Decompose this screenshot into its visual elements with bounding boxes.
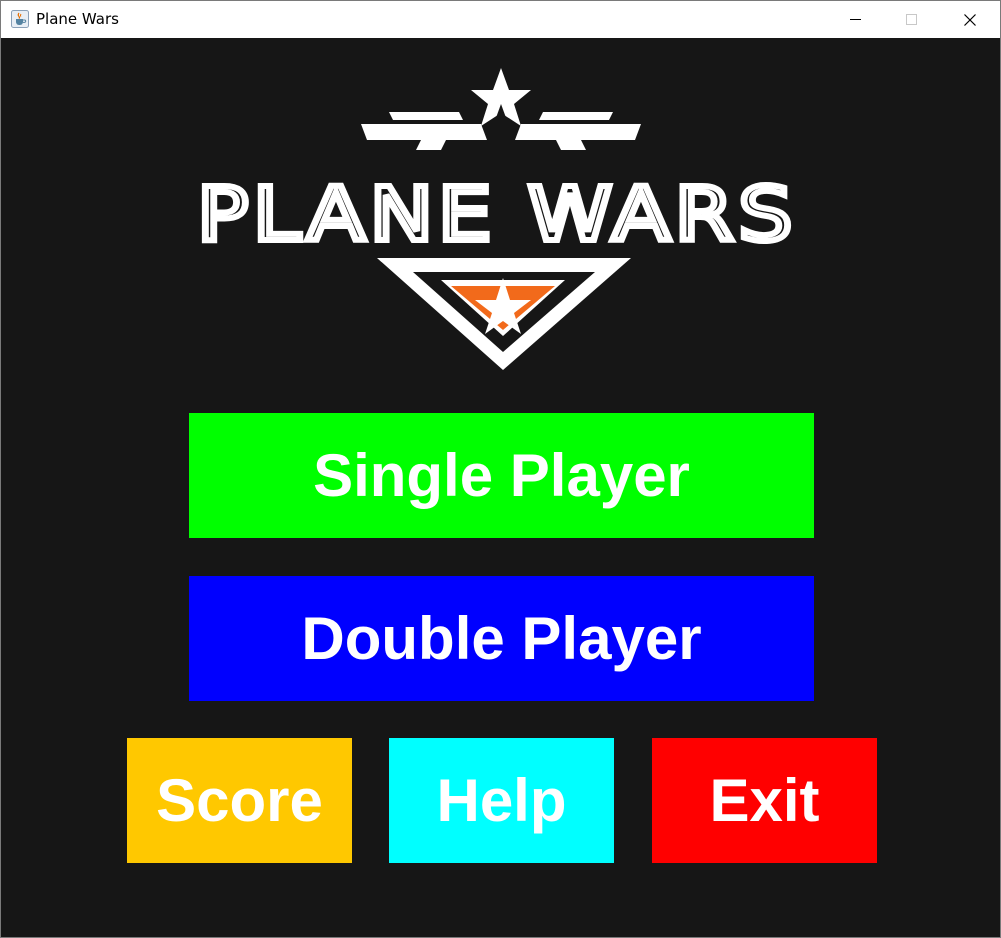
score-label: Score (156, 767, 323, 834)
minimize-icon (849, 19, 861, 20)
help-label: Help (436, 767, 567, 834)
main-menu-panel: PLANE WARS Single Player Double Player S… (1, 38, 1000, 937)
single-player-button[interactable]: Single Player (189, 413, 814, 538)
logo-text: PLANE WARS (197, 172, 797, 258)
java-cup-icon[interactable] (11, 10, 29, 28)
app-window: Plane Wars PLANE WARS Single Player Doub… (0, 0, 1001, 938)
close-button[interactable] (947, 1, 993, 38)
plane-wars-logo: PLANE WARS (194, 68, 797, 370)
double-player-button[interactable]: Double Player (189, 576, 814, 701)
single-player-label: Single Player (313, 442, 690, 509)
score-button[interactable]: Score (127, 738, 352, 863)
exit-label: Exit (709, 767, 820, 834)
close-icon (964, 13, 976, 26)
title-bar[interactable]: Plane Wars (1, 1, 1000, 38)
maximize-button[interactable] (888, 1, 934, 38)
maximize-icon (905, 14, 917, 25)
help-button[interactable]: Help (389, 738, 614, 863)
exit-button[interactable]: Exit (652, 738, 877, 863)
window-title: Plane Wars (36, 10, 119, 28)
minimize-button[interactable] (832, 1, 878, 38)
double-player-label: Double Player (301, 605, 702, 672)
